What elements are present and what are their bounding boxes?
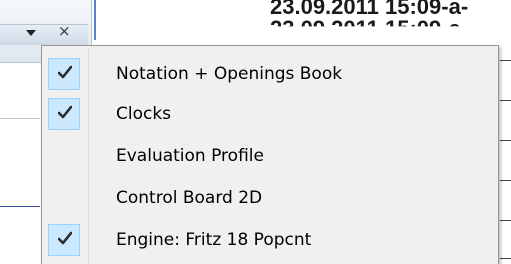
checkmark-icon [58, 105, 72, 119]
pane-header-tab[interactable] [0, 24, 88, 45]
tick-mark [500, 258, 511, 259]
menu-item-label: Notation + Openings Book [116, 64, 343, 84]
check-highlight [48, 58, 80, 90]
check-highlight [48, 224, 80, 256]
screen: × 23.09.2011 15:09-a- 23.09.2011 15:09-a… [0, 0, 511, 264]
menu-item-control-board-2d[interactable]: Control Board 2D [44, 178, 496, 218]
tick-mark [500, 220, 511, 221]
menu-item-engine-fritz[interactable]: Engine: Fritz 18 Popcnt [44, 220, 496, 260]
checkmark-icon [58, 231, 72, 245]
menu-item-label: Clocks [116, 104, 172, 124]
menu-item-label: Control Board 2D [116, 188, 263, 208]
context-menu: Notation + Openings Book Clocks Evaluati… [41, 45, 499, 264]
checkmark-icon [58, 65, 72, 79]
menu-item-evaluation-profile[interactable]: Evaluation Profile [44, 136, 496, 176]
pane-divider-line [0, 118, 40, 119]
menu-item-label: Evaluation Profile [116, 146, 264, 166]
chevron-down-icon[interactable] [26, 30, 36, 36]
pane-splitter[interactable] [94, 0, 96, 40]
menu-item-label: Engine: Fritz 18 Popcnt [116, 230, 312, 250]
pane-accent-line [0, 206, 40, 207]
tick-mark [500, 60, 511, 61]
close-icon[interactable]: × [58, 24, 71, 39]
check-highlight [48, 98, 80, 130]
game-timestamp-2: 23.09.2011 15:09-a- [270, 16, 469, 41]
tick-mark [500, 100, 511, 101]
menu-item-clocks[interactable]: Clocks [44, 94, 496, 134]
tick-mark [500, 140, 511, 141]
tick-mark [500, 180, 511, 181]
background-tick-column [500, 40, 511, 264]
menu-item-notation-openings-book[interactable]: Notation + Openings Book [44, 54, 496, 94]
